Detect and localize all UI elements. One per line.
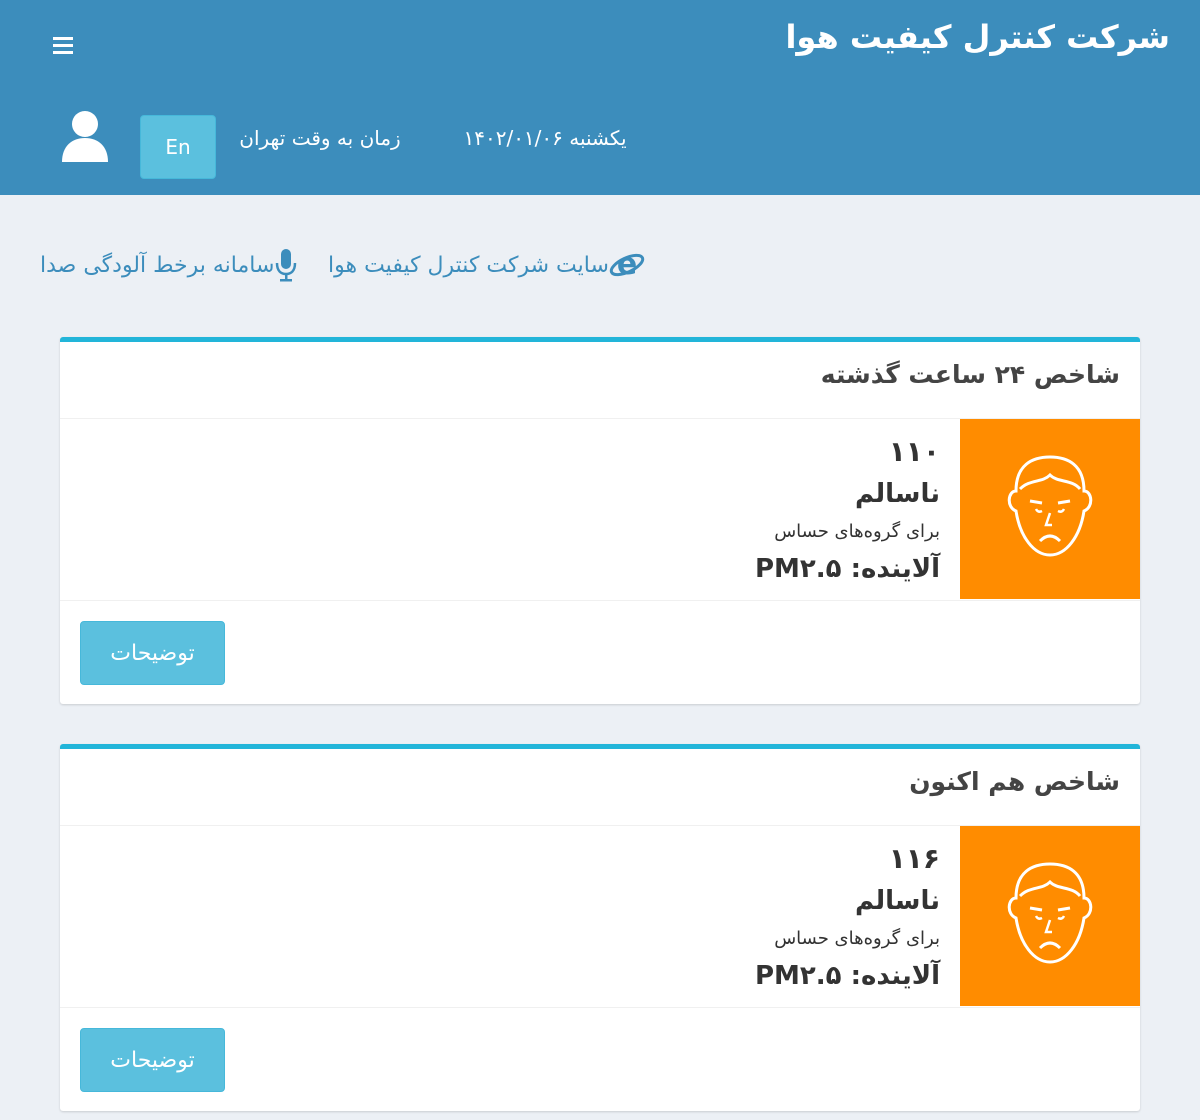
top-header: شرکت کنترل کیفیت هوا یکشنبه ۱۴۰۲/۰۱/۰۶ ز… [0,0,1200,195]
card-title: شاخص ۲۴ ساعت گذشته [820,360,1120,389]
aqi-card-now: شاخص هم اکنون ۱۱۶ ناسالم برای گروه‌های ح… [60,744,1140,1111]
language-button[interactable]: En [140,115,216,179]
aqi-card-24h: شاخص ۲۴ ساعت گذشته ۱۱۰ ناسالم برای گروه‌… [60,337,1140,704]
company-site-link[interactable]: e سایت شرکت کنترل کیفیت هوا [328,240,645,290]
aqi-status: ناسالم [854,479,940,509]
description-button[interactable]: توضیحات [80,621,225,685]
divider [60,600,1140,601]
date-display: یکشنبه ۱۴۰۲/۰۱/۰۶ [463,126,627,150]
divider [60,1007,1140,1008]
aqi-info: ۱۱۶ ناسالم برای گروه‌های حساس آلاینده: P… [640,837,940,995]
aqi-status-box [960,419,1140,599]
microphone-icon [274,247,298,283]
aqi-status-box [960,826,1140,1006]
company-site-link-label: سایت شرکت کنترل کیفیت هوا [328,252,609,278]
noise-pollution-link-label: سامانه برخط آلودگی صدا [40,252,275,278]
aqi-sensitive-group: برای گروه‌های حساس [774,928,940,949]
aqi-pollutant: آلاینده: PM۲.۵ [754,554,940,584]
svg-text:e: e [617,247,637,282]
sad-face-icon [1002,451,1098,567]
timezone-label: زمان به وقت تهران [239,126,401,150]
noise-pollution-link[interactable]: سامانه برخط آلودگی صدا [40,240,298,290]
sad-face-icon [1002,858,1098,974]
description-button[interactable]: توضیحات [80,1028,225,1092]
aqi-sensitive-group: برای گروه‌های حساس [774,521,940,542]
external-links: سامانه برخط آلودگی صدا e سایت شرکت کنترل… [40,240,680,290]
card-title: شاخص هم اکنون [909,767,1120,796]
aqi-pollutant: آلاینده: PM۲.۵ [754,961,940,991]
brand-title[interactable]: شرکت کنترل کیفیت هوا [785,18,1170,56]
hamburger-icon[interactable] [48,30,78,60]
aqi-info: ۱۱۰ ناسالم برای گروه‌های حساس آلاینده: P… [640,430,940,588]
aqi-status: ناسالم [854,886,940,916]
internet-explorer-icon: e [609,247,645,283]
aqi-value: ۱۱۰ [888,435,940,468]
user-icon[interactable] [60,108,110,164]
aqi-value: ۱۱۶ [888,842,940,875]
